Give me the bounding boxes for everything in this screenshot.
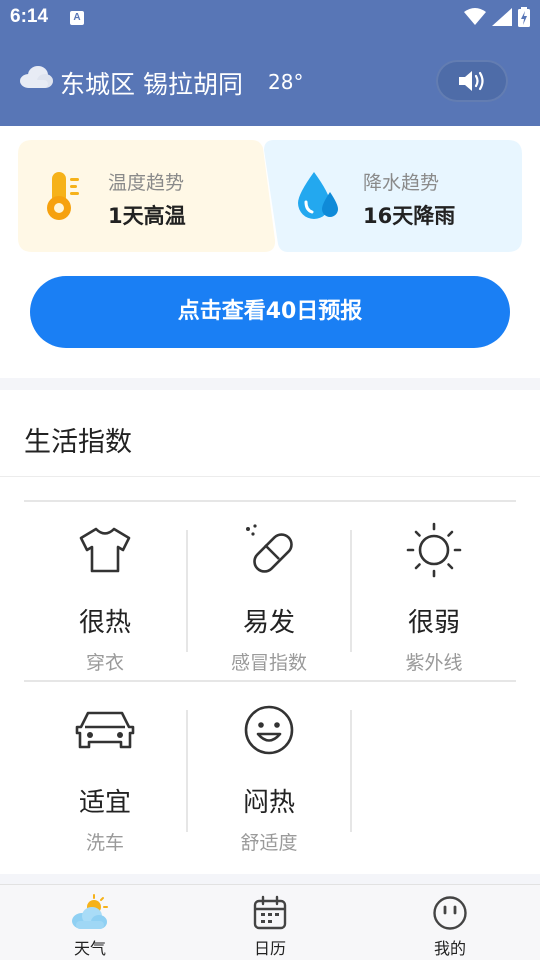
sound-button[interactable] — [436, 60, 508, 102]
tshirt-icon — [79, 527, 131, 573]
notification-icon: A — [70, 11, 84, 25]
bottom-nav: 天气 日历 我的 — [0, 884, 540, 960]
life-index-item-comfort[interactable]: 闷热 舒适度 — [187, 690, 351, 854]
life-index-name: 洗车 — [85, 832, 124, 854]
life-index-value: 易发 — [242, 608, 295, 638]
life-index-name: 紫外线 — [405, 652, 463, 674]
temperature-trend-label: 温度趋势 — [108, 172, 185, 194]
nav-label: 我的 — [433, 939, 466, 958]
location-row: 东城区 锡拉胡同 28° — [0, 50, 540, 112]
life-index-item-carwash[interactable]: 适宜 洗车 — [23, 690, 187, 854]
calendar-icon — [253, 895, 287, 930]
life-index-value: 闷热 — [242, 788, 295, 818]
pill-icon — [246, 524, 293, 573]
current-temperature: 28° — [268, 70, 304, 94]
nav-item-calendar[interactable]: 日历 — [180, 885, 360, 960]
life-index-section: 生活指数 很热 穿衣 易发 感冒指数 很弱 紫外线 适宜 洗车 闷热 舒适度 — [0, 390, 540, 874]
life-index-name: 舒适度 — [240, 832, 298, 854]
speaker-icon — [459, 71, 484, 91]
status-time: 6:14 — [10, 6, 49, 27]
smiley-icon — [244, 705, 294, 755]
life-index-value: 很热 — [78, 608, 131, 638]
life-index-item-clothing[interactable]: 很热 穿衣 — [23, 510, 187, 674]
system-icons — [464, 7, 530, 27]
sun-icon — [406, 522, 462, 578]
row-divider — [24, 500, 516, 502]
nav-label: 日历 — [253, 939, 286, 958]
divider — [0, 476, 540, 477]
car-icon — [75, 711, 135, 749]
life-index-name: 穿衣 — [85, 652, 124, 674]
trend-section: 温度趋势 1天高温 降水趋势 16天降雨 点击查看40日预报 — [0, 126, 540, 378]
status-bar: 6:14 A — [0, 0, 540, 36]
nav-item-profile[interactable]: 我的 — [360, 885, 540, 960]
profile-icon — [433, 896, 467, 930]
location-name[interactable]: 东城区 锡拉胡同 — [60, 65, 243, 101]
life-index-item-cold[interactable]: 易发 感冒指数 — [187, 510, 351, 674]
header: 6:14 A 东城区 锡拉胡同 28° — [0, 0, 540, 126]
forecast-40-day-button[interactable]: 点击查看40日预报 — [30, 276, 510, 348]
nav-item-weather[interactable]: 天气 — [0, 885, 180, 960]
life-index-title: 生活指数 — [24, 427, 132, 458]
row-divider — [24, 680, 516, 682]
temperature-trend-card[interactable]: 温度趋势 1天高温 — [18, 140, 276, 252]
life-index-value: 很弱 — [407, 608, 460, 638]
weather-icon — [72, 894, 108, 929]
precipitation-trend-value: 16天降雨 — [363, 204, 456, 228]
temperature-trend-value: 1天高温 — [108, 204, 186, 228]
thermometer-icon — [47, 172, 79, 220]
nav-label: 天气 — [73, 939, 106, 958]
signal-icon — [492, 8, 512, 26]
life-index-item-uv[interactable]: 很弱 紫外线 — [352, 510, 516, 674]
precipitation-trend-card[interactable]: 降水趋势 16天降雨 — [264, 140, 522, 252]
precipitation-trend-label: 降水趋势 — [363, 172, 440, 194]
life-index-value: 适宜 — [78, 788, 131, 818]
water-drop-icon — [298, 172, 338, 219]
battery-icon — [518, 7, 530, 27]
wifi-icon — [464, 8, 486, 25]
life-index-name: 感冒指数 — [230, 652, 307, 674]
cloud-icon — [20, 66, 53, 88]
